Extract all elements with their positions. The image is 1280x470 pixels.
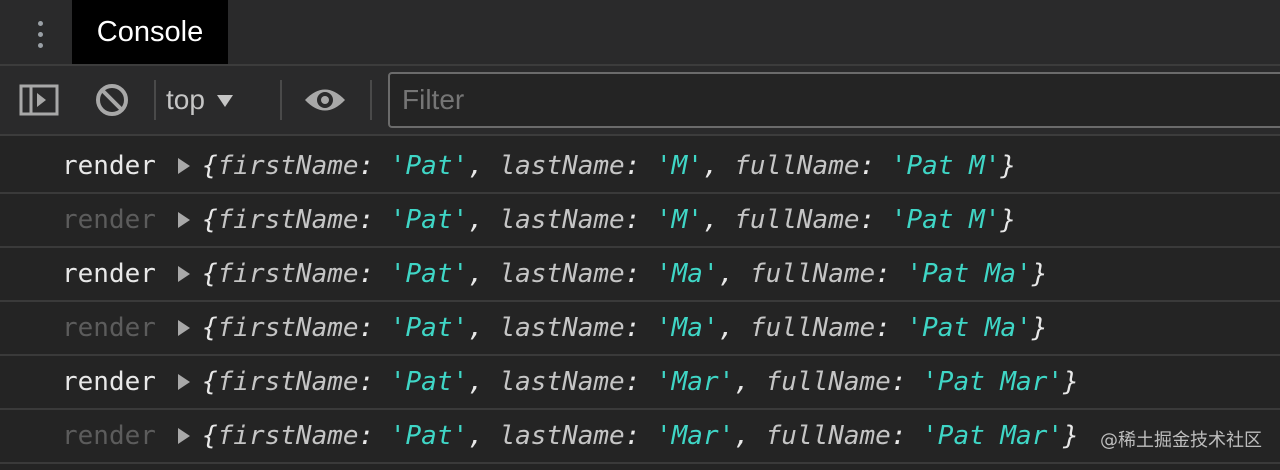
- tab-console[interactable]: Console: [72, 0, 228, 64]
- log-label: render: [62, 313, 156, 343]
- property-key: firstName: [217, 151, 359, 181]
- object-preview[interactable]: {firstName: 'Pat', lastName: 'Ma', fullN…: [202, 313, 1047, 343]
- property-key: lastName: [499, 367, 625, 397]
- toolbar-separator: [280, 80, 282, 120]
- property-value: 'Pat': [389, 259, 469, 289]
- property-value: 'Ma': [656, 313, 719, 343]
- caret-down-icon: [216, 95, 233, 107]
- property-key: lastName: [499, 151, 625, 181]
- expand-triangle-icon[interactable]: [178, 266, 190, 282]
- property-value: 'Pat Mar': [922, 367, 1064, 397]
- property-key: lastName: [499, 259, 625, 289]
- console-message[interactable]: render {firstName: 'Pat', lastName: 'M', …: [0, 194, 1280, 248]
- property-key: firstName: [217, 313, 359, 343]
- property-key: fullName: [765, 367, 891, 397]
- property-value: 'Pat': [389, 205, 469, 235]
- context-selector[interactable]: top: [166, 66, 233, 134]
- object-preview[interactable]: {firstName: 'Pat', lastName: 'Mar', full…: [202, 367, 1079, 397]
- property-key: lastName: [499, 421, 625, 451]
- property-key: fullName: [734, 205, 860, 235]
- log-label: render: [62, 151, 156, 181]
- property-value: 'Pat Ma': [906, 313, 1032, 343]
- divider: [0, 134, 1280, 136]
- property-value: 'M': [656, 151, 703, 181]
- property-key: firstName: [217, 259, 359, 289]
- property-key: firstName: [217, 421, 359, 451]
- tab-bar: Console: [0, 0, 1280, 64]
- property-value: 'Pat': [389, 421, 469, 451]
- property-value: 'Pat': [389, 367, 469, 397]
- filter-input[interactable]: [388, 72, 1280, 128]
- object-preview[interactable]: {firstName: 'Pat', lastName: 'M', fullNa…: [202, 151, 1016, 181]
- console-message[interactable]: render {firstName: 'Pat', lastName: 'Ma',…: [0, 248, 1280, 302]
- log-label: render: [62, 421, 156, 451]
- expand-triangle-icon[interactable]: [178, 428, 190, 444]
- log-label: render: [62, 259, 156, 289]
- more-options-icon[interactable]: [28, 14, 52, 54]
- console-message[interactable]: render {firstName: 'Pat', lastName: 'M', …: [0, 140, 1280, 194]
- property-value: 'Pat': [389, 151, 469, 181]
- property-value: 'Ma': [656, 259, 719, 289]
- sidebar-toggle-icon[interactable]: [16, 66, 62, 134]
- property-key: fullName: [734, 151, 860, 181]
- property-value: 'Pat M': [890, 205, 1001, 235]
- object-preview[interactable]: {firstName: 'Pat', lastName: 'M', fullNa…: [202, 205, 1016, 235]
- property-value: 'Pat Mar': [922, 421, 1064, 451]
- eye-icon[interactable]: [302, 66, 348, 134]
- property-value: 'Pat Ma': [906, 259, 1032, 289]
- property-key: firstName: [217, 205, 359, 235]
- property-key: fullName: [749, 313, 876, 343]
- property-key: fullName: [765, 421, 891, 451]
- context-label: top: [166, 84, 205, 115]
- property-key: lastName: [499, 205, 625, 235]
- console-messages: render {firstName: 'Pat', lastName: 'M', …: [0, 140, 1280, 464]
- object-preview[interactable]: {firstName: 'Pat', lastName: 'Mar', full…: [202, 421, 1079, 451]
- watermark: @稀土掘金技术社区: [1100, 430, 1262, 451]
- property-key: lastName: [499, 313, 625, 343]
- property-key: firstName: [217, 367, 359, 397]
- toolbar-separator: [154, 80, 156, 120]
- console-toolbar: top: [0, 66, 1280, 134]
- console-message[interactable]: render {firstName: 'Pat', lastName: 'Mar'…: [0, 410, 1280, 464]
- log-label: render: [62, 205, 156, 235]
- expand-triangle-icon[interactable]: [178, 158, 190, 174]
- property-value: 'Mar': [656, 421, 735, 451]
- expand-triangle-icon[interactable]: [178, 374, 190, 390]
- property-value: 'M': [656, 205, 703, 235]
- property-key: fullName: [749, 259, 876, 289]
- object-preview[interactable]: {firstName: 'Pat', lastName: 'Ma', fullN…: [202, 259, 1047, 289]
- toolbar-separator: [370, 80, 372, 120]
- expand-triangle-icon[interactable]: [178, 320, 190, 336]
- expand-triangle-icon[interactable]: [178, 212, 190, 228]
- console-message[interactable]: render {firstName: 'Pat', lastName: 'Ma',…: [0, 302, 1280, 356]
- property-value: 'Pat': [389, 313, 469, 343]
- console-message[interactable]: render {firstName: 'Pat', lastName: 'Mar'…: [0, 356, 1280, 410]
- log-label: render: [62, 367, 156, 397]
- property-value: 'Pat M': [890, 151, 1001, 181]
- clear-console-icon[interactable]: [92, 66, 132, 134]
- property-value: 'Mar': [656, 367, 735, 397]
